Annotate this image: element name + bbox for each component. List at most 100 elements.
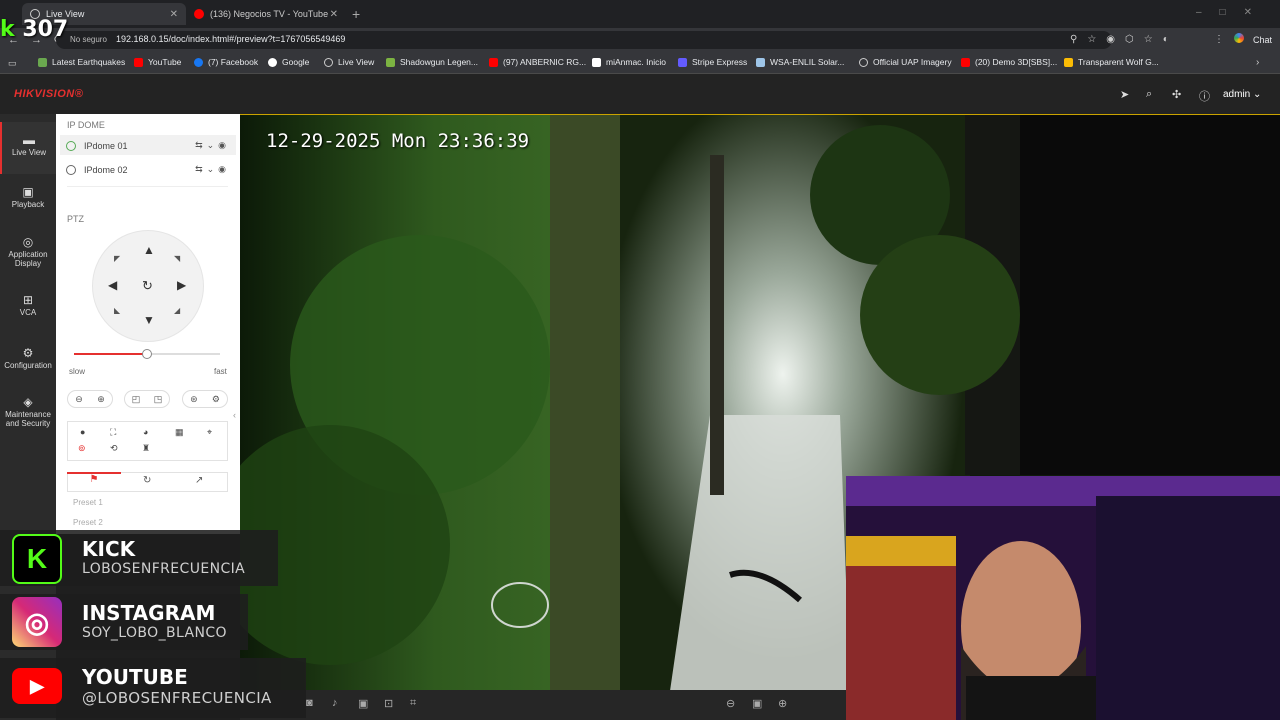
nav-playback[interactable]: ▣ Playback [0, 186, 56, 209]
bookmark[interactable]: miAnmac. Inicio [592, 57, 666, 67]
document-icon [1064, 57, 1073, 67]
gemini-icon[interactable] [1234, 33, 1244, 43]
window-controls[interactable]: –□✕ [1196, 7, 1270, 18]
speed-slider-fill [74, 353, 147, 355]
bookmark[interactable]: Transparent Wolf G... [1064, 57, 1159, 67]
grid-icon[interactable]: ▦ [175, 427, 184, 438]
game-icon [386, 57, 395, 67]
puzzle-icon[interactable]: ✣ [1172, 88, 1181, 101]
info-icon[interactable]: ⓘ [1199, 88, 1210, 104]
arrow-up-left-icon[interactable]: ◤ [114, 254, 120, 263]
focus-assist-icon[interactable]: ◕ [143, 427, 148, 437]
park-icon[interactable]: ♜ [142, 443, 150, 454]
preset-item[interactable]: Preset 1 [73, 498, 103, 507]
bookmark[interactable]: (7) Facebook [194, 57, 258, 67]
arrow-up-icon[interactable]: ▲ [143, 243, 155, 257]
nav-vca[interactable]: ⊞ VCA [0, 293, 56, 317]
brand-logo: HIKVISION® [14, 88, 84, 100]
user-menu[interactable]: admin ⌄ [1223, 89, 1261, 100]
collapse-panel-icon[interactable]: ‹ [233, 410, 236, 420]
record-icon[interactable]: ▣ [358, 697, 368, 710]
device-group-title: IP DOME [67, 120, 105, 130]
focus-group[interactable]: ◰ ◳ [124, 390, 170, 408]
tab-presets[interactable]: ⚑ [67, 472, 121, 492]
vca-icon: ⊞ [22, 293, 34, 307]
preset-item[interactable]: Preset 2 [73, 518, 103, 527]
divider [67, 186, 228, 187]
digital-zoom-icon[interactable]: ⊡ [384, 697, 393, 710]
arrow-down-icon[interactable]: ▼ [143, 313, 155, 327]
youtube-icon [489, 57, 498, 67]
social-handle: LOBOSENFRECUENCIA [82, 561, 246, 577]
iris-close-icon[interactable]: ⊛ [190, 394, 198, 405]
close-icon[interactable]: ✕ [330, 9, 338, 20]
osd-timestamp: 12-29-2025 Mon 23:36:39 [266, 130, 530, 152]
camera-item[interactable]: IPdome 01 ⇆⌄◉ [66, 140, 230, 151]
speed-slider-handle[interactable] [142, 349, 152, 359]
search-icon[interactable]: ⌕ [1146, 88, 1152, 101]
tab-youtube[interactable]: (136) Negocios TV - YouTube ✕ [186, 3, 346, 25]
bookmark[interactable]: Latest Earthquakes [38, 57, 125, 67]
auto-track-icon[interactable]: ⌖ [207, 427, 212, 438]
tab-patrol[interactable]: ↻ [143, 475, 151, 486]
insecure-label[interactable]: No seguro [70, 35, 107, 44]
zoom-in-icon[interactable]: ⊕ [97, 394, 105, 405]
send-icon[interactable]: ➤ [1120, 88, 1129, 101]
bookmark[interactable]: (97) ANBERNIC RG... [489, 57, 586, 67]
noaa-icon [756, 57, 765, 67]
youtube-icon [961, 57, 970, 67]
url-text[interactable]: 192.168.0.15/doc/index.html#/preview?t=1… [116, 34, 345, 44]
auto-rotate-icon[interactable]: ↻ [142, 278, 153, 294]
bookmark[interactable]: Google [268, 57, 309, 67]
bookmark[interactable]: Official UAP Imagery [859, 57, 952, 67]
next-icon[interactable]: ⊕ [778, 697, 787, 710]
r-icon [592, 57, 601, 67]
iris-group[interactable]: ⊛ ⚙ [182, 390, 228, 408]
nav-live-view[interactable]: ▬ Live View [0, 122, 56, 174]
chevron-right-icon[interactable]: › [1256, 57, 1259, 68]
mic-icon[interactable]: ♪ [332, 697, 338, 709]
nav-application-display[interactable]: ◎ Application Display [0, 236, 56, 268]
focus-far-icon[interactable]: ◳ [154, 394, 163, 405]
chat-button[interactable]: Chat [1253, 35, 1272, 45]
zoom-out-icon[interactable]: ⊖ [75, 394, 83, 405]
arrow-down-left-icon[interactable]: ◣ [114, 306, 120, 315]
extension-icons[interactable]: ⚲☆◉⬡☆◐ [1070, 34, 1179, 45]
regional-focus-icon[interactable]: ⌗ [410, 697, 416, 710]
social-title: KICK [82, 537, 136, 561]
3d-zoom-icon[interactable]: ⊚ [78, 443, 86, 454]
camera-icon [66, 140, 76, 151]
iris-open-icon[interactable]: ⚙ [212, 394, 220, 405]
sidebar-toggle-icon[interactable]: ▭ [8, 58, 17, 69]
nav-configuration[interactable]: ⚙ Configuration [0, 347, 56, 370]
chevron-down-icon: ⌄ [1253, 89, 1262, 100]
capture-icon[interactable]: ◙ [306, 697, 313, 709]
bookmark[interactable]: Live View [324, 57, 374, 67]
lens-init-icon[interactable]: ⟲ [110, 443, 118, 454]
wiper-icon[interactable]: ⛶ [110, 427, 116, 438]
camera-actions-icon[interactable]: ⇆⌄◉ [195, 164, 230, 175]
new-tab-icon[interactable]: + [352, 6, 360, 22]
zoom-group[interactable]: ⊖ ⊕ [67, 390, 113, 408]
focus-near-icon[interactable]: ◰ [132, 394, 141, 405]
camera-actions-icon[interactable]: ⇆⌄◉ [195, 140, 230, 151]
light-icon[interactable]: ● [80, 427, 85, 437]
tab-pattern[interactable]: ↗ [195, 475, 203, 486]
arrow-right-icon[interactable]: ▶ [177, 278, 186, 292]
social-instagram: ◎ INSTAGRAM SOY_LOBO_BLANCO [0, 594, 248, 650]
previous-icon[interactable]: ⊖ [726, 697, 735, 710]
menu-icon[interactable]: ⋮ [1214, 34, 1224, 45]
bookmark[interactable]: Shadowgun Legen... [386, 57, 478, 67]
bookmark[interactable]: WSA-ENLIL Solar... [756, 57, 844, 67]
arrow-up-right-icon[interactable]: ◥ [174, 254, 180, 263]
arrow-down-right-icon[interactable]: ◢ [174, 306, 180, 315]
social-handle: SOY_LOBO_BLANCO [82, 625, 227, 641]
bookmark[interactable]: (20) Demo 3D[SBS]... [961, 57, 1057, 67]
bookmark[interactable]: YouTube [134, 57, 181, 67]
bookmark[interactable]: Stripe Express [678, 57, 747, 67]
close-icon[interactable]: ✕ [170, 9, 178, 20]
camera-item[interactable]: IPdome 02 ⇆⌄◉ [66, 164, 230, 175]
nav-maintenance[interactable]: ◈ Maintenance and Security [0, 396, 56, 428]
arrow-left-icon[interactable]: ◀ [108, 278, 117, 292]
stop-all-icon[interactable]: ▣ [752, 697, 762, 710]
